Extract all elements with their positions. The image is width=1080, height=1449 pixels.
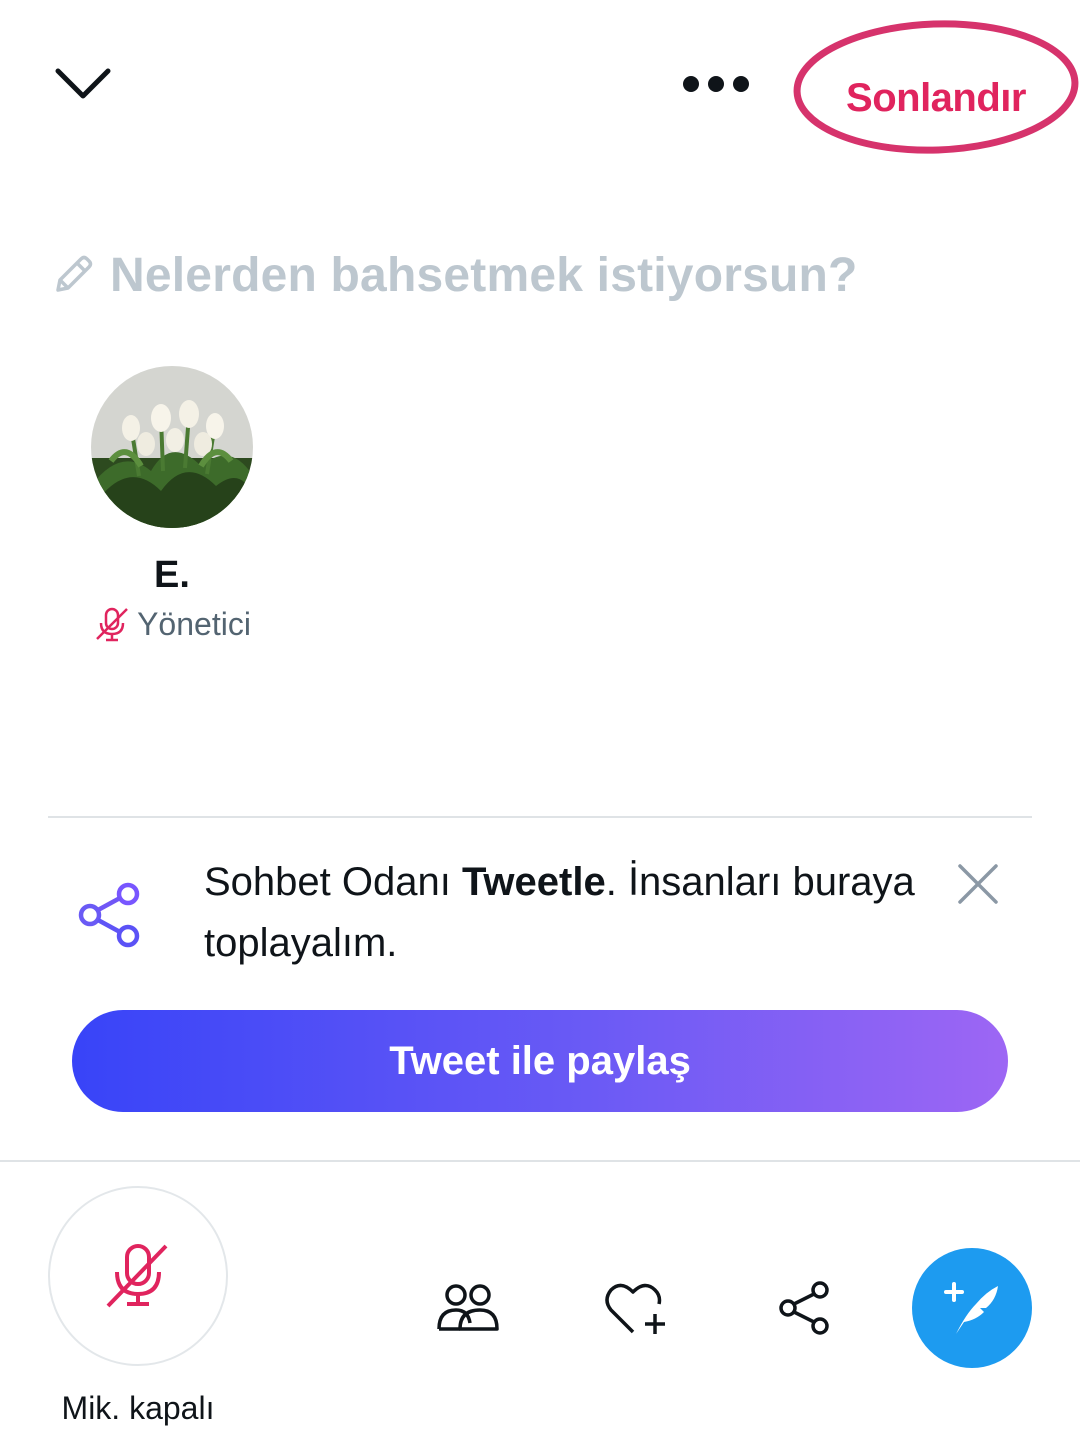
share-banner-text: Sohbet Odanı Tweetle. İnsanları buraya t… <box>204 860 915 965</box>
avatar[interactable] <box>91 366 253 528</box>
share-icon <box>779 1281 829 1335</box>
heart-plus-icon <box>605 1283 665 1334</box>
collapse-button[interactable] <box>50 58 116 110</box>
top-bar: Sonlandır <box>0 0 1080 170</box>
topic-placeholder[interactable]: Nelerden bahsetmek istiyorsun? <box>110 248 858 303</box>
mic-off-icon <box>106 1244 168 1308</box>
share-button[interactable] <box>768 1276 840 1340</box>
share-icon <box>78 882 140 948</box>
chevron-down-icon <box>55 68 111 99</box>
people-button[interactable] <box>432 1276 504 1340</box>
more-dots-icon <box>683 76 749 92</box>
divider <box>48 816 1032 818</box>
more-options-button[interactable] <box>676 62 756 106</box>
role-label: Yönetici <box>137 605 251 642</box>
speaker-card[interactable]: E. Yönetici <box>60 366 284 643</box>
react-button[interactable] <box>600 1276 672 1340</box>
compose-tweet-icon <box>944 1282 998 1334</box>
speaker-name: E. <box>154 554 190 596</box>
compose-tweet-button[interactable] <box>912 1248 1032 1368</box>
end-space-button[interactable]: Sonlandır <box>826 68 1046 128</box>
speaker-role: Yönetici <box>60 605 284 643</box>
share-via-tweet-button[interactable]: Tweet ile paylaş <box>72 1010 1008 1112</box>
pencil-icon <box>56 255 93 292</box>
end-space-area: Sonlandır <box>792 18 1080 156</box>
topic-row[interactable]: Nelerden bahsetmek istiyorsun? <box>50 240 858 310</box>
mic-off-icon <box>96 607 128 642</box>
mic-toggle-button[interactable] <box>48 1186 228 1366</box>
divider <box>0 1160 1080 1162</box>
close-banner-button[interactable] <box>952 858 1004 910</box>
close-icon <box>958 864 998 904</box>
people-icon <box>437 1284 499 1331</box>
mic-status-label: Mik. kapalı <box>61 1390 215 1426</box>
